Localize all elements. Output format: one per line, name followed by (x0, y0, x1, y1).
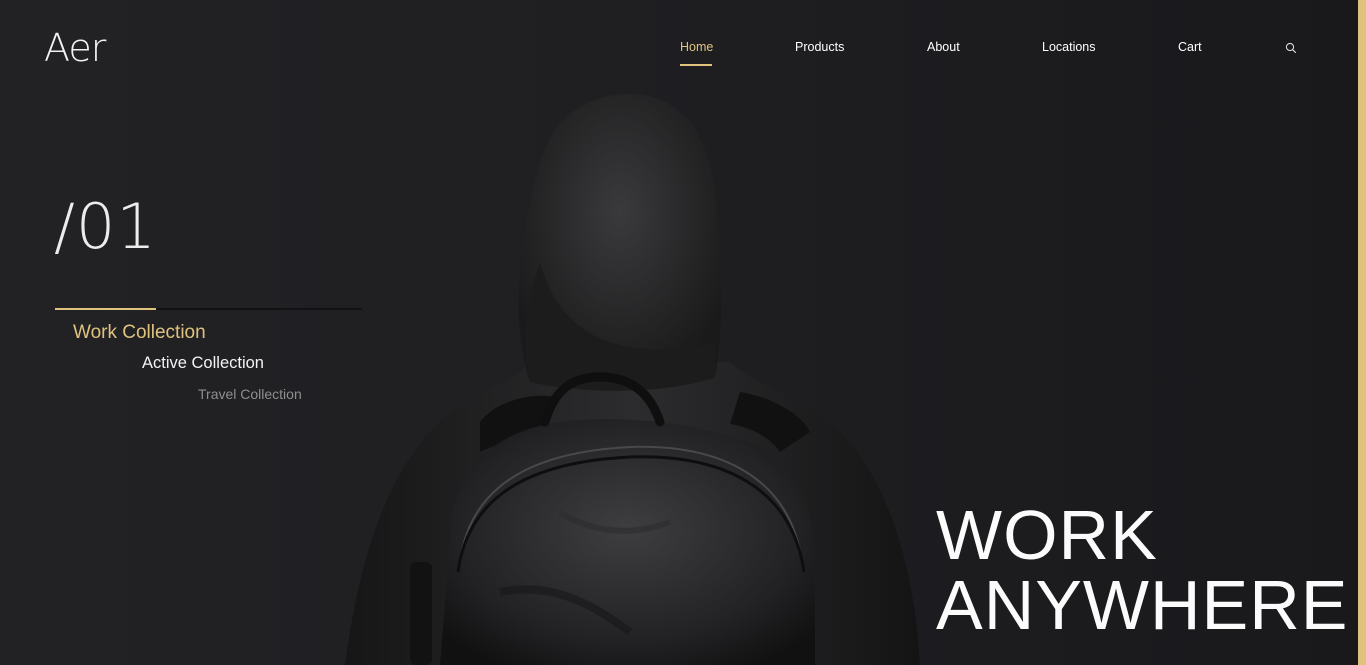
nav-locations[interactable]: Locations (1042, 40, 1096, 54)
hero-image-person-backpack (345, 93, 920, 665)
nav-about[interactable]: About (927, 40, 960, 54)
main-nav: Home Products About Locations Cart (0, 40, 1358, 70)
slide-number: /01 (54, 190, 157, 263)
nav-products[interactable]: Products (795, 40, 844, 54)
slide-progress-track (55, 308, 362, 310)
nav-cart[interactable]: Cart (1178, 40, 1202, 54)
slide-progress-fill (55, 308, 157, 310)
headline-line-2: ANYWHERE (936, 566, 1349, 644)
hero-headline: WORK ANYWHERE (936, 500, 1348, 640)
headline-line-1: WORK (936, 496, 1158, 574)
nav-home[interactable]: Home (680, 40, 713, 54)
collection-active[interactable]: Active Collection (142, 354, 264, 373)
search-icon[interactable] (1285, 41, 1297, 54)
scrollbar[interactable] (1358, 0, 1366, 665)
nav-active-indicator (680, 64, 712, 66)
collection-work[interactable]: Work Collection (73, 322, 206, 344)
collection-travel[interactable]: Travel Collection (198, 386, 302, 402)
hero-page: Aer Home Products About Locations Cart /… (0, 0, 1358, 665)
